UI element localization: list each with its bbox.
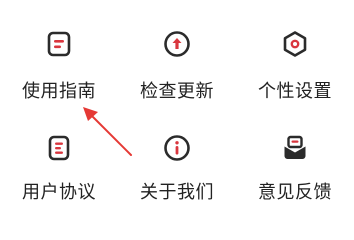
menu-item-user-agreement[interactable]: 用户协议	[0, 100, 118, 203]
menu-item-check-update[interactable]: 检查更新	[118, 0, 236, 102]
menu-item-label: 关于我们	[140, 182, 214, 203]
settings-hexagon-icon	[281, 30, 309, 58]
info-circle-icon	[163, 134, 191, 162]
guide-document-icon	[45, 30, 73, 58]
update-arrow-icon	[163, 30, 191, 58]
feedback-mail-icon	[281, 134, 309, 162]
menu-item-about-us[interactable]: 关于我们	[118, 100, 236, 203]
settings-grid: 使用指南 检查更新 个性设置 用户协议 关于我们 意见反馈	[0, 0, 354, 224]
menu-item-label: 用户协议	[22, 182, 96, 203]
menu-item-label: 意见反馈	[258, 182, 332, 203]
agreement-document-icon	[45, 134, 73, 162]
menu-item-personal-settings[interactable]: 个性设置	[236, 0, 354, 102]
menu-item-feedback[interactable]: 意见反馈	[236, 100, 354, 203]
menu-item-user-guide[interactable]: 使用指南	[0, 0, 118, 102]
